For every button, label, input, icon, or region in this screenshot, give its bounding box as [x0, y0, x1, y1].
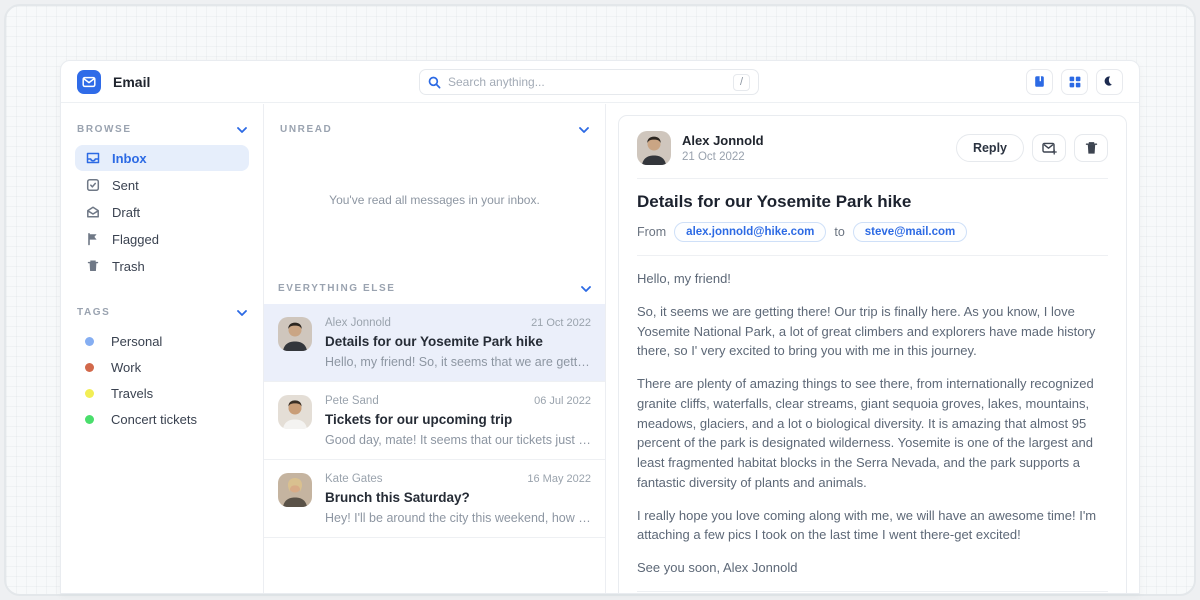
mail-list-item[interactable]: Pete Sand 06 Jul 2022 Tickets for our up…	[264, 382, 605, 460]
mail-subject: Details for our Yosemite Park hike	[325, 334, 591, 349]
to-label: to	[834, 225, 844, 239]
detail-date: 21 Oct 2022	[682, 151, 764, 163]
inbox-icon	[85, 151, 100, 165]
unread-section-label: UNREAD	[280, 124, 332, 135]
tag-dot-2	[85, 389, 94, 398]
tag-label: Concert tickets	[111, 412, 197, 427]
avatar	[278, 395, 312, 429]
app-header: Email /	[61, 61, 1139, 103]
delete-mail-button[interactable]	[1074, 134, 1108, 162]
browse-section-label: BROWSE	[77, 124, 132, 135]
browse-section-header[interactable]: BROWSE	[75, 118, 249, 145]
everything-else-section-header[interactable]: EVERYTHING ELSE	[264, 269, 605, 304]
app-title: Email	[113, 74, 150, 90]
to-email-chip[interactable]: steve@mail.com	[853, 222, 967, 242]
sidebar-item-label: Draft	[112, 205, 140, 220]
flag-icon	[85, 232, 100, 246]
apps-grid-icon	[1069, 76, 1081, 88]
mail-subject: Brunch this Saturday?	[325, 490, 591, 505]
mail-sender: Alex Jonnold	[325, 317, 391, 329]
mail-preview: Hey! I'll be around the city this weeken…	[325, 511, 591, 525]
search-box[interactable]: /	[419, 69, 759, 95]
mail-body: Hello, my friend! So, it seems we are ge…	[637, 269, 1108, 578]
mail-date: 21 Oct 2022	[531, 317, 591, 329]
reply-button[interactable]: Reply	[956, 134, 1024, 162]
dark-mode-button[interactable]	[1096, 69, 1123, 95]
tag-label: Travels	[111, 386, 153, 401]
sidebar-item-flagged[interactable]: Flagged	[75, 226, 249, 252]
search-input[interactable]	[448, 75, 733, 89]
mail-body-paragraph: Hello, my friend!	[637, 269, 1108, 289]
tag-item-work[interactable]: Work	[75, 354, 249, 380]
divider	[637, 255, 1108, 256]
detail-sender-name: Alex Jonnold	[682, 133, 764, 148]
notebook-button[interactable]	[1026, 69, 1053, 95]
mail-sender: Kate Gates	[325, 473, 383, 485]
chevron-down-icon[interactable]	[579, 127, 589, 133]
moon-icon	[1103, 75, 1116, 88]
email-app-window: Email /	[60, 60, 1140, 594]
sidebar: BROWSE Inbox Sent	[61, 104, 263, 593]
mail-subject: Tickets for our upcoming trip	[325, 412, 591, 427]
mail-detail-column: Alex Jonnold 21 Oct 2022 Reply	[606, 104, 1139, 593]
trash-icon	[1085, 141, 1098, 155]
mail-detail-subject: Details for our Yosemite Park hike	[637, 192, 1108, 212]
search-icon	[428, 76, 441, 89]
mail-body-paragraph: There are plenty of amazing things to se…	[637, 374, 1108, 493]
tag-item-travels[interactable]: Travels	[75, 380, 249, 406]
mail-date: 06 Jul 2022	[534, 395, 591, 407]
chevron-down-icon[interactable]	[237, 127, 247, 133]
sidebar-item-label: Inbox	[112, 151, 147, 166]
sidebar-item-inbox[interactable]: Inbox	[75, 145, 249, 171]
draft-icon	[85, 205, 100, 219]
tag-dot-3	[85, 415, 94, 424]
chevron-down-icon[interactable]	[237, 310, 247, 316]
tag-dot-1	[85, 363, 94, 372]
sidebar-item-draft[interactable]: Draft	[75, 199, 249, 225]
from-label: From	[637, 225, 666, 239]
search-shortcut-badge: /	[733, 74, 750, 91]
avatar	[278, 317, 312, 351]
tag-item-concert-tickets[interactable]: Concert tickets	[75, 406, 249, 432]
unread-empty-message: You've read all messages in your inbox.	[278, 135, 591, 269]
message-list-column: UNREAD You've read all messages in your …	[263, 104, 606, 593]
divider	[637, 178, 1108, 179]
email-logo-icon	[82, 75, 96, 89]
apps-grid-button[interactable]	[1061, 69, 1088, 95]
mail-detail-card: Alex Jonnold 21 Oct 2022 Reply	[618, 115, 1127, 594]
mail-sender: Pete Sand	[325, 395, 379, 407]
avatar	[278, 473, 312, 507]
mail-list-item[interactable]: Kate Gates 16 May 2022 Brunch this Satur…	[264, 460, 605, 538]
sidebar-item-label: Sent	[112, 178, 139, 193]
unread-section-header[interactable]: UNREAD	[278, 118, 591, 135]
mail-body-paragraph: See you soon, Alex Jonnold	[637, 558, 1108, 578]
forward-mail-button[interactable]	[1032, 134, 1066, 162]
mail-body-paragraph: So, it seems we are getting there! Our t…	[637, 302, 1108, 361]
app-logo	[77, 70, 101, 94]
trash-icon	[85, 259, 100, 273]
avatar	[637, 131, 671, 165]
mail-preview: Good day, mate! It seems that our ticket…	[325, 433, 591, 447]
tag-label: Personal	[111, 334, 162, 349]
mail-preview: Hello, my friend! So, it seems that we a…	[325, 355, 591, 369]
mail-body-paragraph: I really hope you love coming along with…	[637, 506, 1108, 546]
sidebar-item-sent[interactable]: Sent	[75, 172, 249, 198]
tags-section-header[interactable]: TAGS	[75, 301, 249, 328]
notebook-icon	[1033, 75, 1046, 88]
from-email-chip[interactable]: alex.jonnold@hike.com	[674, 222, 826, 242]
tag-dot-0	[85, 337, 94, 346]
divider	[637, 591, 1108, 592]
sidebar-item-label: Flagged	[112, 232, 159, 247]
envelope-plus-icon	[1042, 142, 1057, 155]
everything-else-section-label: EVERYTHING ELSE	[278, 283, 396, 294]
tags-section-label: TAGS	[77, 307, 110, 318]
tag-label: Work	[111, 360, 141, 375]
mail-list-item[interactable]: Alex Jonnold 21 Oct 2022 Details for our…	[264, 304, 605, 382]
sidebar-item-trash[interactable]: Trash	[75, 253, 249, 279]
tag-item-personal[interactable]: Personal	[75, 328, 249, 354]
sidebar-item-label: Trash	[112, 259, 145, 274]
sent-icon	[85, 178, 100, 192]
mail-date: 16 May 2022	[527, 473, 591, 485]
chevron-down-icon[interactable]	[581, 286, 591, 292]
